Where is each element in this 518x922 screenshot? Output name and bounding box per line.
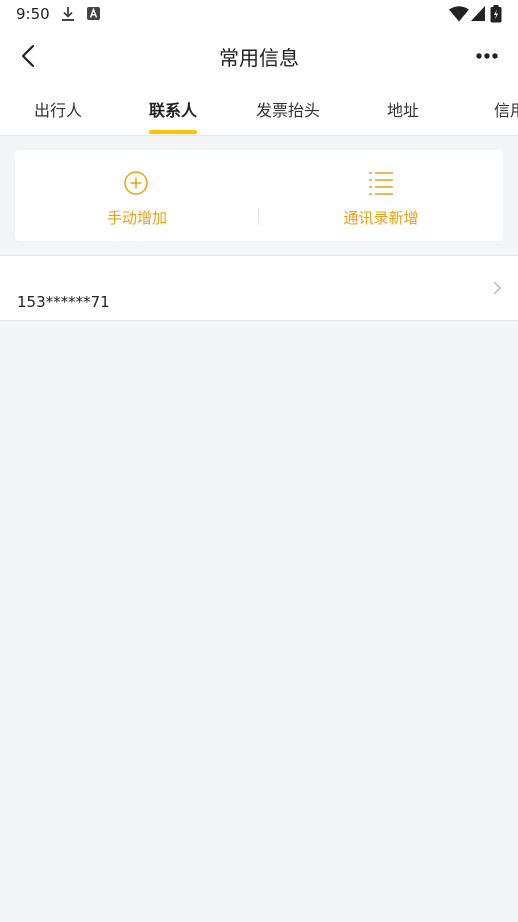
signal-icon xyxy=(471,6,485,21)
contact-list-item[interactable]: 153******71 xyxy=(0,255,518,321)
active-tab-indicator xyxy=(149,130,197,134)
manual-add-label: 手动增加 xyxy=(106,209,167,227)
tab-label: 发票抬头 xyxy=(256,101,321,120)
contact-phone: 153******71 xyxy=(17,293,110,311)
tab-label: 联系人 xyxy=(149,101,198,120)
app-notification-icon xyxy=(87,7,100,20)
more-dots-icon xyxy=(476,53,498,59)
chevron-right-icon xyxy=(493,281,501,295)
add-contact-card: 手动增加 通讯录新增 xyxy=(15,150,503,241)
top-area: 9:50 常用信息 出行人 联系人 发票抬头 地址 信 xyxy=(0,0,518,136)
tab-label: 出行人 xyxy=(34,101,83,120)
navigation-bar: 常用信息 xyxy=(0,28,518,84)
status-time: 9:50 xyxy=(16,5,50,23)
page-title: 常用信息 xyxy=(219,46,299,70)
battery-icon xyxy=(490,5,502,23)
manual-add-button[interactable]: 手动增加 xyxy=(15,150,259,241)
address-book-add-button[interactable]: 通讯录新增 xyxy=(259,150,503,241)
tab-label: 信用卡 xyxy=(494,101,518,120)
list-icon xyxy=(369,172,393,195)
tab-label: 地址 xyxy=(387,101,420,120)
tab-bar: 出行人 联系人 发票抬头 地址 信用卡 xyxy=(0,84,518,136)
status-bar: 9:50 xyxy=(0,0,518,28)
add-circle-icon xyxy=(124,171,148,195)
more-options-button[interactable] xyxy=(468,42,506,70)
download-icon xyxy=(62,7,74,21)
address-book-add-label: 通讯录新增 xyxy=(343,209,419,227)
wifi-icon xyxy=(449,6,469,22)
